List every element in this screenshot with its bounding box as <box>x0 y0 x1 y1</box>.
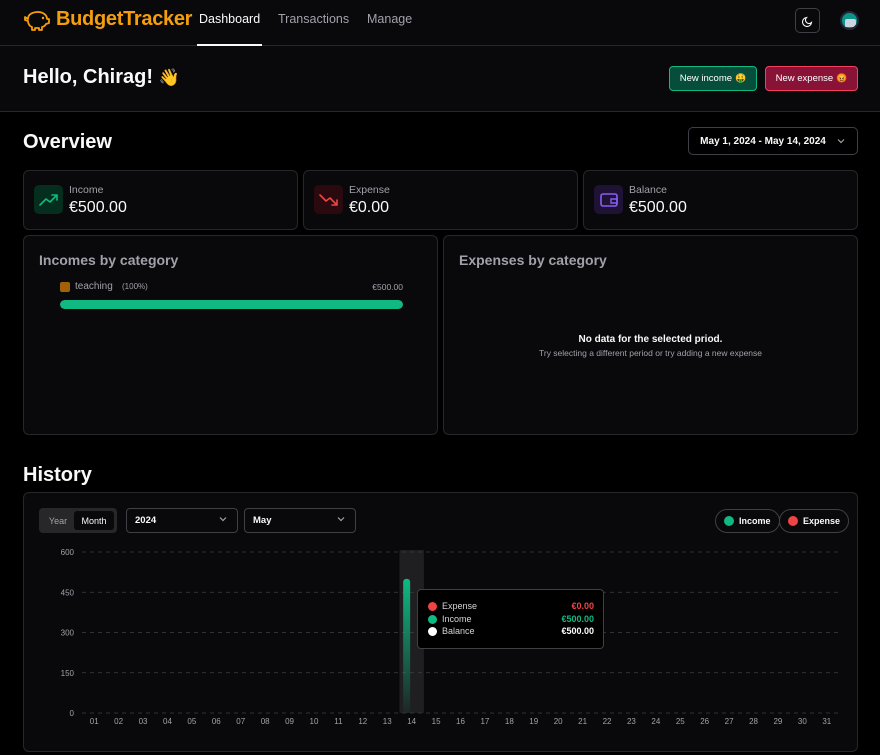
year-select[interactable]: 2024 <box>126 508 238 533</box>
expenses-by-category-panel: Expenses by category No data for the sel… <box>443 235 858 435</box>
wave-emoji-icon: 👋 <box>158 68 180 87</box>
tooltip-label: Income <box>442 614 472 624</box>
history-title: History <box>23 464 92 486</box>
timeframe-toggle: Year Month <box>39 508 117 533</box>
date-range-value: May 1, 2024 - May 14, 2024 <box>700 135 826 147</box>
user-avatar-icon[interactable] <box>840 11 859 30</box>
chevron-down-icon <box>218 514 228 527</box>
nav-transactions[interactable]: Transactions <box>278 12 349 46</box>
income-dot-icon <box>428 615 437 624</box>
greeting-text: Hello, Chirag! <box>23 66 154 88</box>
medal-icon <box>60 282 70 292</box>
new-expense-label: New expense <box>775 73 834 84</box>
legend-income-label: Income <box>739 516 771 526</box>
expense-stat-card: Expense €0.00 <box>303 170 578 230</box>
expenses-by-category-title: Expenses by category <box>459 252 607 268</box>
new-expense-button[interactable]: New expense 😡 <box>765 66 858 91</box>
category-progress-fill <box>60 300 403 309</box>
income-stat-label: Income <box>69 184 104 196</box>
expense-stat-label: Expense <box>349 184 390 196</box>
chart-tooltip: Expense €0.00 Income €500.00 Balance €50… <box>417 589 604 649</box>
app-name: BudgetTracker <box>56 8 193 30</box>
expense-dot-icon <box>428 602 437 611</box>
balance-stat-card: Balance €500.00 <box>583 170 858 230</box>
chevron-down-icon <box>336 514 346 527</box>
income-dot-icon <box>724 516 734 526</box>
month-select[interactable]: May <box>244 508 356 533</box>
new-income-button[interactable]: New income 🤑 <box>669 66 757 91</box>
moon-icon <box>801 16 812 27</box>
category-name: teaching <box>75 281 113 292</box>
year-value: 2024 <box>135 515 157 526</box>
tab-month[interactable]: Month <box>74 511 114 530</box>
incomes-by-category-title: Incomes by category <box>39 252 179 268</box>
greeting-bar: Hello, Chirag! 👋 New income 🤑 New expens… <box>0 46 880 112</box>
tooltip-label: Balance <box>442 626 475 636</box>
angry-face-emoji-icon: 😡 <box>836 73 848 83</box>
new-income-label: New income <box>679 73 733 84</box>
greeting-title: Hello, Chirag! 👋 <box>23 66 180 89</box>
balance-dot-icon <box>428 627 437 636</box>
tooltip-value: €500.00 <box>561 614 594 624</box>
tooltip-value: €500.00 <box>561 626 594 636</box>
overview-title: Overview <box>23 131 112 153</box>
trending-down-icon <box>314 185 343 214</box>
nav-manage[interactable]: Manage <box>367 12 412 46</box>
money-face-emoji-icon: 🤑 <box>735 73 747 83</box>
income-stat-value: €500.00 <box>69 199 127 216</box>
tooltip-label: Expense <box>442 601 478 611</box>
tab-year[interactable]: Year <box>43 511 73 530</box>
category-progress-bar <box>60 300 403 309</box>
chevron-down-icon <box>837 139 845 144</box>
date-range-picker[interactable]: May 1, 2024 - May 14, 2024 <box>688 127 858 155</box>
balance-stat-value: €500.00 <box>629 199 687 216</box>
nav-dashboard[interactable]: Dashboard <box>196 12 263 46</box>
empty-state-subtitle: Try selecting a different period or try … <box>538 348 763 358</box>
piggy-bank-icon <box>24 10 50 31</box>
top-navbar: BudgetTracker Dashboard Transactions Man… <box>0 0 880 46</box>
income-stat-card: Income €500.00 <box>23 170 298 230</box>
expense-dot-icon <box>788 516 798 526</box>
empty-state-title: No data for the selected priod. <box>578 334 723 345</box>
balance-stat-label: Balance <box>629 184 667 196</box>
legend-expense-button[interactable]: Expense <box>779 509 850 533</box>
logo[interactable]: BudgetTracker <box>24 8 192 31</box>
tooltip-value: €0.00 <box>571 601 594 611</box>
trending-up-icon <box>34 185 63 214</box>
month-value: May <box>253 515 272 526</box>
theme-toggle-button[interactable] <box>795 8 820 33</box>
wallet-icon <box>594 185 623 214</box>
expense-stat-value: €0.00 <box>349 199 390 216</box>
category-percent: (100%) <box>122 282 148 291</box>
legend-expense-label: Expense <box>803 516 841 526</box>
category-amount: €500.00 <box>372 282 403 292</box>
legend-income-button[interactable]: Income <box>715 509 780 533</box>
incomes-by-category-panel: Incomes by category teaching (100%) €500… <box>23 235 438 435</box>
